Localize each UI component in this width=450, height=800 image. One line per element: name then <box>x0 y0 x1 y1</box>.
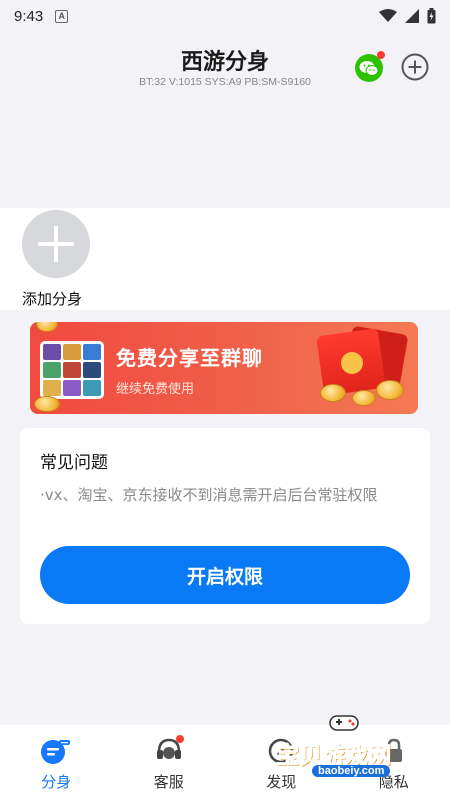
headset-icon <box>152 735 186 767</box>
banner-title: 免费分享至群聊 <box>116 346 263 370</box>
plus-icon <box>38 226 74 262</box>
nav-label: 分身 <box>41 773 72 791</box>
banner-subtitle: 继续免费使用 <box>116 382 195 397</box>
build-info: BT:32 V:1015 SYS:A9 PB:SM-S9160 <box>139 76 311 88</box>
nav-item-discover[interactable]: 发现 <box>225 725 338 800</box>
nav-label: 发现 <box>266 773 297 791</box>
coin-icon <box>34 396 60 412</box>
share-banner[interactable]: 免费分享至群聊 继续免费使用 <box>30 322 418 414</box>
faq-title: 常见问题 <box>40 453 108 473</box>
status-time: 9:43 <box>14 7 44 25</box>
wechat-icon <box>359 60 379 76</box>
wifi-icon <box>379 9 397 22</box>
faq-text: ·vx、淘宝、京东接收不到消息需开启后台常驻权限 <box>40 486 378 504</box>
game-thumbnails <box>40 341 104 399</box>
nav-label: 隐私 <box>378 773 409 791</box>
wechat-button[interactable] <box>355 51 385 82</box>
nav-item-privacy[interactable]: 隐私 <box>338 725 450 800</box>
clone-list: 添加分身 <box>0 208 450 310</box>
compass-icon <box>264 735 298 767</box>
notification-icon: A <box>55 9 69 23</box>
status-right <box>379 8 436 24</box>
lock-icon <box>377 735 411 767</box>
notification-dot <box>175 735 184 743</box>
clone-icon <box>39 735 73 767</box>
plus-circle-icon[interactable] <box>400 52 430 82</box>
add-clone-label[interactable]: 添加分身 <box>22 288 82 309</box>
nav-item-service[interactable]: 客服 <box>113 725 226 800</box>
nav-label: 客服 <box>153 773 184 791</box>
coin-icon <box>352 390 376 406</box>
header: 西游分身 BT:32 V:1015 SYS:A9 PB:SM-S9160 <box>0 32 450 208</box>
status-bar: 9:43 A <box>0 0 450 32</box>
coin-icon <box>320 384 346 402</box>
bottom-nav: 分身 客服 发现 隐私 <box>0 725 450 800</box>
nav-item-clone[interactable]: 分身 <box>0 725 113 800</box>
notification-dot <box>377 51 385 59</box>
faq-card: 常见问题 ·vx、淘宝、京东接收不到消息需开启后台常驻权限 开启权限 <box>20 428 430 624</box>
battery-icon <box>427 8 436 24</box>
signal-icon <box>405 9 419 23</box>
coin-icon <box>36 322 58 332</box>
coin-icon <box>376 380 404 400</box>
enable-permission-button[interactable]: 开启权限 <box>40 546 410 604</box>
add-clone-button[interactable] <box>22 210 90 278</box>
